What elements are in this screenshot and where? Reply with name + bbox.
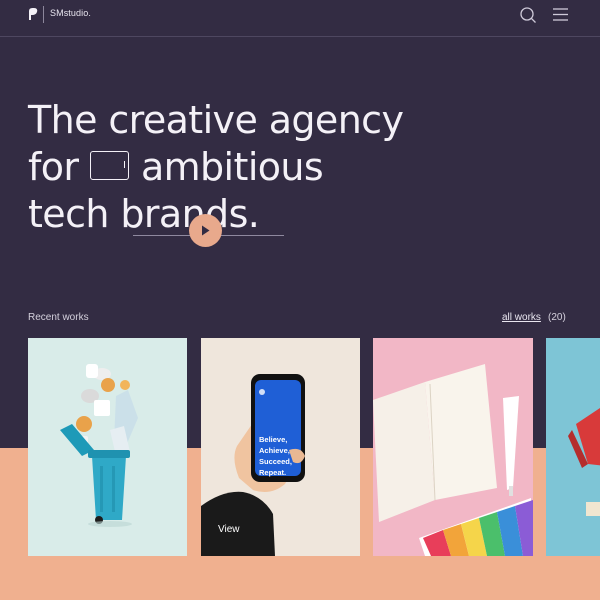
logo-divider	[43, 6, 44, 23]
top-navigation: SMstudio.	[0, 0, 600, 37]
notebook-and-swatches-photo	[373, 364, 533, 556]
work-card-red-notebook[interactable]	[546, 338, 600, 556]
studio-logo-icon[interactable]	[28, 8, 38, 20]
brand-name[interactable]: SMstudio.	[50, 8, 91, 18]
work-card-phone[interactable]: Believe, Achieve, Succeed, Repeat. View	[201, 338, 360, 556]
recycling-bin-photo	[60, 364, 138, 527]
view-button[interactable]: View	[218, 524, 240, 535]
svg-text:Believe,: Believe,	[259, 435, 287, 444]
works-count: (20)	[548, 312, 566, 323]
headline-word-tech: tech	[28, 192, 109, 236]
play-icon	[202, 225, 210, 236]
red-notebook-photo	[568, 408, 600, 516]
recent-works-label: Recent works	[28, 312, 89, 323]
work-card-recycling[interactable]	[28, 338, 187, 556]
play-button[interactable]	[189, 214, 222, 247]
headline-word-ambitious: ambitious	[140, 145, 324, 189]
headline-line-1: The creative agency	[28, 98, 404, 142]
hamburger-menu-icon[interactable]	[552, 7, 569, 22]
work-card-notebook[interactable]	[373, 338, 533, 556]
video-thumbnail-icon[interactable]	[89, 151, 129, 180]
svg-text:Succeed,: Succeed,	[259, 457, 292, 466]
svg-text:Achieve,: Achieve,	[259, 446, 290, 455]
search-icon[interactable]	[519, 6, 537, 24]
all-works-link[interactable]: all works	[502, 312, 541, 323]
headline-line-2: for ambitious	[28, 144, 403, 191]
headline-word-for: for	[28, 145, 79, 189]
svg-text:Repeat.: Repeat.	[259, 468, 286, 477]
